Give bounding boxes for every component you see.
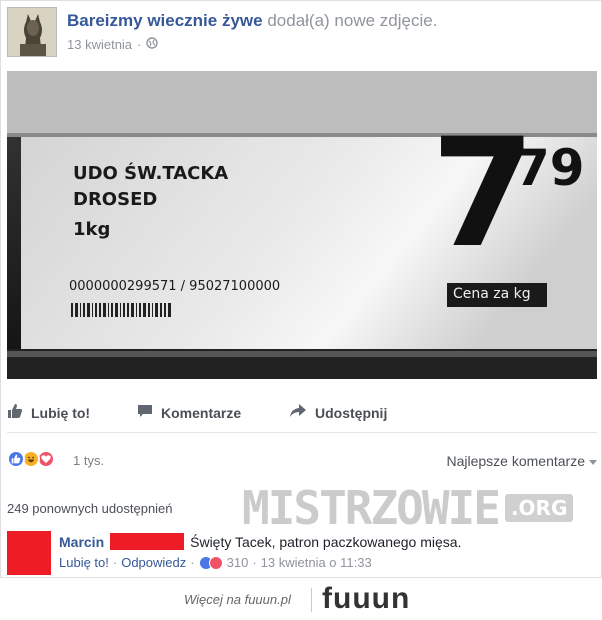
share-label: Udostępnij (315, 404, 388, 421)
shares-count[interactable]: 249 ponownych udostępnień (7, 501, 173, 516)
comment-body: Marcin Święty Tacek, patron paczkowanego… (59, 533, 461, 550)
post-photo[interactable]: UDO ŚW.TACKA DROSED 1kg 0000000299571 / … (7, 71, 597, 379)
comment: Marcin Święty Tacek, patron paczkowanego… (7, 527, 597, 575)
page-name-link[interactable]: Bareizmy wiecznie żywe (67, 11, 263, 30)
share-arrow-icon (289, 403, 307, 422)
comment-label: Komentarze (161, 404, 242, 421)
post-title-line: Bareizmy wiecznie żywe dodał(a) nowe zdj… (67, 11, 437, 31)
comment-timestamp[interactable]: 13 kwietnia o 11:33 (261, 555, 372, 570)
comment-separator: · (252, 555, 257, 570)
sort-label-text: Najlepsze komentarze (446, 453, 585, 469)
redacted-surname (110, 533, 185, 550)
price-unit-label: Cena za kg (453, 286, 531, 302)
comment-text: Święty Tacek, patron paczkowanego mięsa. (190, 533, 462, 550)
meta-separator: · (137, 37, 142, 52)
comment-author[interactable]: Marcin (59, 534, 104, 550)
comment-reactions[interactable] (198, 555, 223, 570)
comment-reply-link[interactable]: Odpowiedz (121, 555, 186, 570)
haha-icon (208, 555, 223, 570)
product-weight: 1kg (73, 219, 111, 240)
chevron-down-icon (589, 453, 597, 469)
facebook-post: Bareizmy wiecznie żywe dodał(a) nowe zdj… (0, 0, 602, 578)
comment-like-link[interactable]: Lubię to! (59, 555, 109, 570)
page-avatar[interactable] (7, 7, 57, 57)
like-icon (7, 450, 25, 468)
site-logo[interactable]: fuuun (322, 582, 410, 616)
post-date[interactable]: 13 kwietnia (67, 37, 132, 52)
like-button[interactable]: Lubię to! (7, 403, 90, 422)
site-footer: Więcej na fuuun.pl fuuun (0, 580, 602, 620)
watermark-badge: .ORG (504, 494, 574, 522)
comment-separator: · (112, 555, 118, 570)
comment-sort-dropdown[interactable]: Najlepsze komentarze (446, 453, 597, 469)
comment-separator: · (190, 555, 195, 570)
reactions-summary: 1 tys. Najlepsze komentarze (7, 445, 597, 475)
commenter-avatar[interactable] (7, 531, 51, 575)
reaction-count[interactable]: 1 tys. (73, 453, 104, 468)
post-actions-bar: Lubię to! Komentarze Udostępnij (7, 395, 597, 433)
post-action-text: dodał(a) nowe zdjęcie. (267, 11, 438, 30)
comment-bubble-icon (137, 403, 153, 422)
comment-reaction-count[interactable]: 310 (227, 555, 249, 570)
product-name-line2: DROSED (73, 189, 158, 210)
footer-link-text[interactable]: Więcej na fuuun.pl (184, 592, 291, 607)
comment-button[interactable]: Komentarze (137, 403, 241, 422)
barcode-number: 0000000299571 / 95027100000 (69, 279, 281, 294)
post-meta: 13 kwietnia · (67, 37, 159, 52)
globe-icon (146, 37, 159, 52)
share-button[interactable]: Udostępnij (289, 403, 387, 422)
thumbs-up-icon (7, 403, 23, 422)
like-label: Lubię to! (31, 404, 91, 421)
product-name-line1: UDO ŚW.TACKA (73, 163, 229, 184)
reaction-icons[interactable] (7, 450, 55, 468)
comment-meta: Lubię to! · Odpowiedz · 310 · 13 kwietni… (59, 555, 372, 570)
footer-divider (311, 588, 312, 612)
post-header: Bareizmy wiecznie żywe dodał(a) nowe zdj… (7, 5, 597, 61)
price-cents: 79 (515, 139, 585, 197)
